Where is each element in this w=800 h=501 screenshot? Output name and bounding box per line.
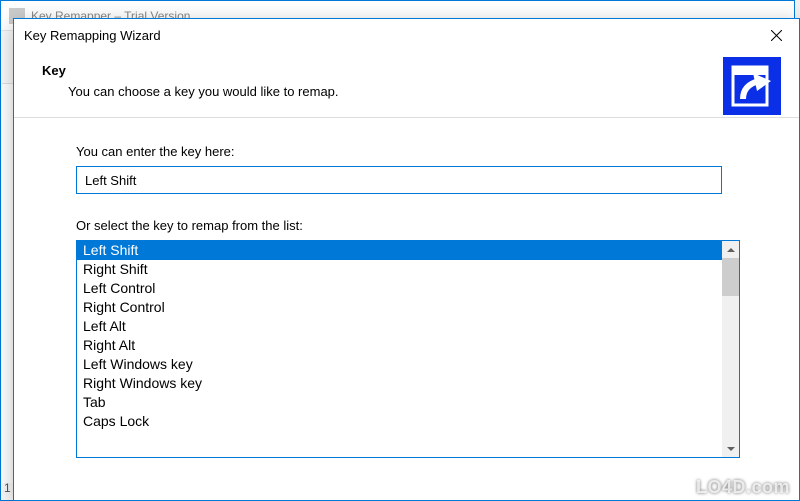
list-item[interactable]: Right Alt: [77, 336, 722, 355]
list-item[interactable]: Left Windows key: [77, 355, 722, 374]
wizard-window: Key Remapping Wizard Key You can choose …: [13, 18, 800, 501]
watermark-text: LO4D.com: [696, 477, 790, 498]
scroll-down-button[interactable]: [722, 440, 739, 457]
close-icon: [771, 30, 782, 41]
list-item[interactable]: Caps Lock: [77, 412, 722, 431]
wizard-header-subtitle: You can choose a key you would like to r…: [42, 84, 777, 99]
key-input[interactable]: [76, 166, 722, 194]
scroll-thumb[interactable]: [722, 258, 739, 296]
list-item[interactable]: Left Alt: [77, 317, 722, 336]
shortcut-arrow-icon: [723, 57, 781, 115]
input-label: You can enter the key here:: [76, 144, 741, 159]
wizard-header-title: Key: [42, 63, 777, 78]
globe-icon: [674, 479, 692, 497]
chevron-down-icon: [727, 447, 735, 451]
wizard-body: You can enter the key here: Or select th…: [14, 118, 799, 468]
list-item[interactable]: Left Control: [77, 279, 722, 298]
watermark: LO4D.com: [674, 477, 790, 498]
parent-row-number: 1: [4, 481, 11, 495]
key-listbox[interactable]: Left ShiftRight ShiftLeft ControlRight C…: [76, 240, 740, 458]
wizard-title: Key Remapping Wizard: [24, 28, 161, 43]
list-item[interactable]: Tab: [77, 393, 722, 412]
chevron-up-icon: [727, 248, 735, 252]
scroll-up-button[interactable]: [722, 241, 739, 258]
list-item[interactable]: Right Control: [77, 298, 722, 317]
list-item[interactable]: Left Shift: [77, 241, 722, 260]
list-label: Or select the key to remap from the list…: [76, 218, 741, 233]
list-item[interactable]: Right Windows key: [77, 374, 722, 393]
scrollbar[interactable]: [722, 241, 739, 457]
wizard-titlebar: Key Remapping Wizard: [14, 19, 799, 51]
list-item[interactable]: Right Shift: [77, 260, 722, 279]
close-button[interactable]: [753, 19, 799, 51]
wizard-header: Key You can choose a key you would like …: [14, 51, 799, 118]
